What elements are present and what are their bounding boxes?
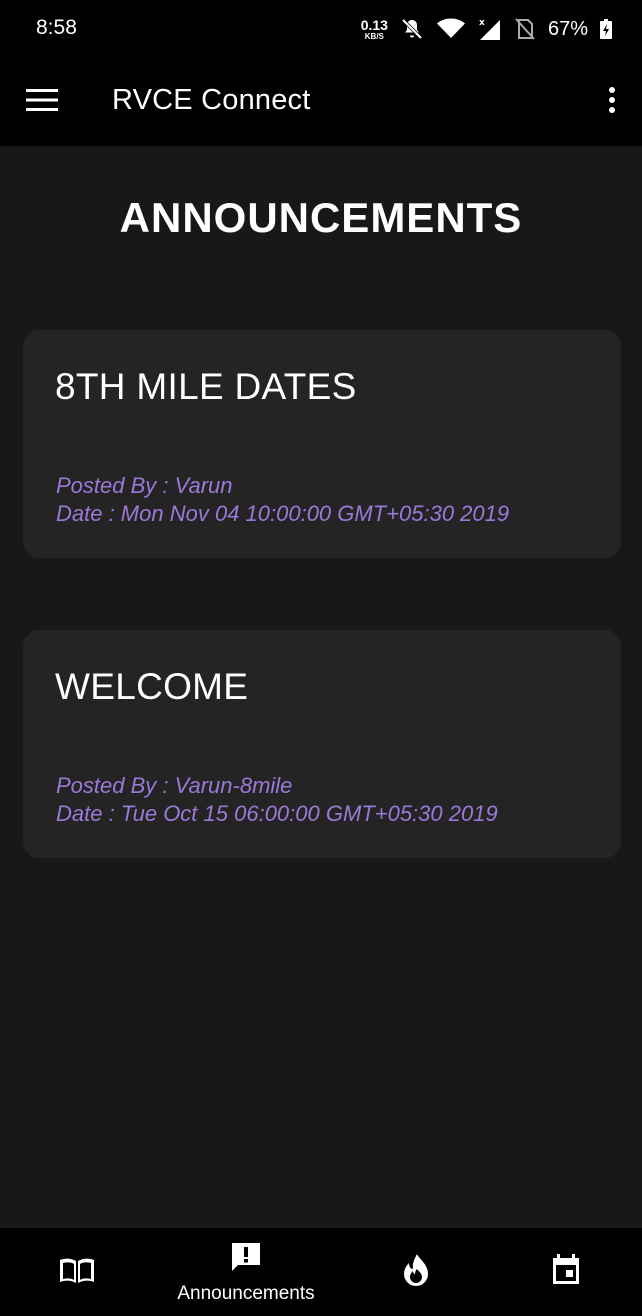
svg-text:x: x [479, 18, 485, 28]
mute-bell-icon [400, 17, 424, 41]
page-title: ANNOUNCEMENTS [119, 194, 523, 241]
announcement-card[interactable]: WELCOME Posted By : Varun-8mile Date : T… [23, 630, 621, 858]
app-bar: RVCE Connect [0, 58, 642, 146]
battery-percent: 67% [547, 17, 588, 40]
announcement-posted-by: Posted By : Varun-8mile [56, 773, 293, 798]
network-speed-value: 0.13 [360, 16, 388, 33]
network-speed-unit: KB/S [364, 31, 384, 41]
announcement-title: 8TH MILE DATES [55, 366, 357, 407]
announcement-date: Date : Tue Oct 15 06:00:00 GMT+05:30 201… [56, 801, 498, 826]
network-speed: 0.13 KB/S [361, 18, 388, 41]
calendar-icon [551, 1253, 581, 1291]
overflow-menu-button[interactable] [600, 82, 624, 122]
nav-item-announcements[interactable]: Announcements [160, 1228, 332, 1316]
no-sim-icon [514, 17, 536, 41]
nav-item-book[interactable] [37, 1228, 117, 1316]
flame-icon [402, 1253, 430, 1292]
announcement-date: Date : Mon Nov 04 10:00:00 GMT+05:30 201… [56, 501, 510, 526]
bottom-navigation: Announcements [0, 1228, 642, 1316]
status-icons: 0.13 KB/S x 67% [361, 12, 612, 46]
app-screen: 8:58 0.13 KB/S x 67% RVCE Connect ANNOUN… [0, 0, 642, 1316]
nav-item-trending[interactable] [376, 1228, 456, 1316]
book-icon [58, 1255, 96, 1290]
menu-button[interactable] [20, 82, 64, 122]
wifi-icon [436, 17, 466, 41]
hamburger-menu-icon [26, 88, 58, 116]
status-time: 8:58 [36, 16, 77, 39]
cell-signal-icon: x [478, 16, 502, 42]
announcement-title: WELCOME [55, 666, 249, 707]
announcement-icon [229, 1240, 263, 1279]
battery-charging-icon [600, 19, 612, 39]
announcement-meta: Posted By : Varun-8mile Date : Tue Oct 1… [56, 772, 498, 828]
app-title: RVCE Connect [112, 84, 311, 116]
nav-item-calendar[interactable] [526, 1228, 606, 1316]
announcement-posted-by: Posted By : Varun [56, 473, 233, 498]
more-vert-icon [608, 86, 616, 119]
nav-label-announcements: Announcements [177, 1282, 315, 1304]
status-bar: 8:58 0.13 KB/S x 67% [0, 0, 642, 58]
announcement-card[interactable]: 8TH MILE DATES Posted By : Varun Date : … [23, 330, 621, 558]
announcement-meta: Posted By : Varun Date : Mon Nov 04 10:0… [56, 472, 509, 528]
